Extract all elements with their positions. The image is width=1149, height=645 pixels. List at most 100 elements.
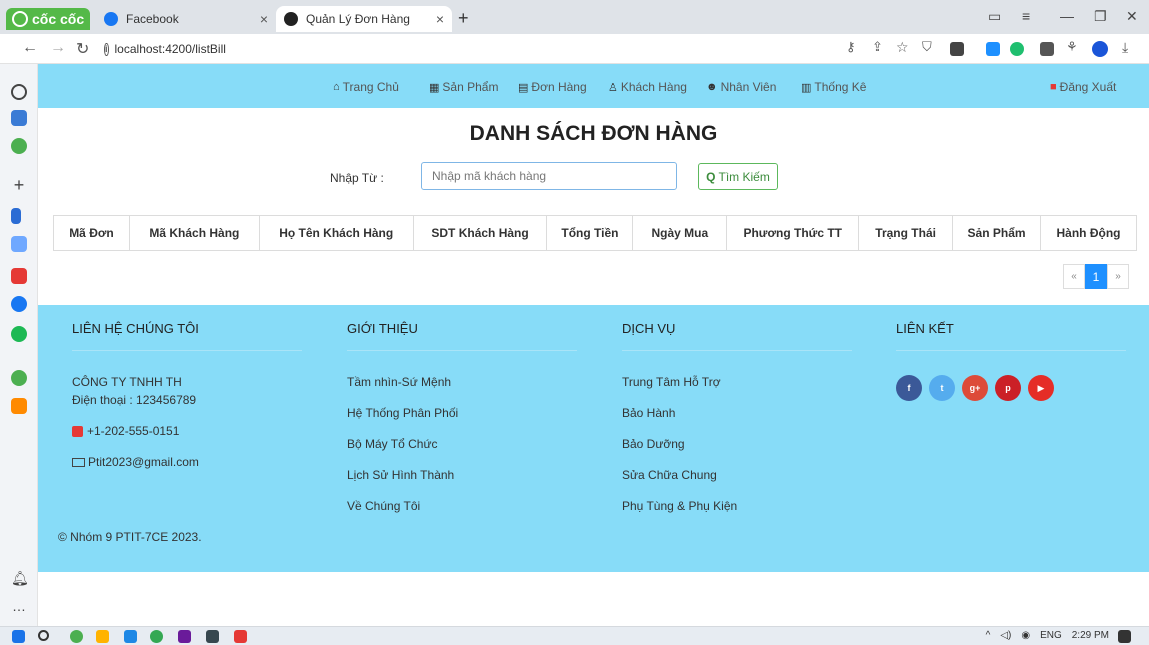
logout-link[interactable]: ■ Đăng Xuất	[1050, 80, 1116, 94]
grammar-extension-icon[interactable]	[1010, 42, 1024, 56]
history-icon[interactable]	[11, 84, 27, 100]
notification-bell-icon[interactable]: 🔔︎	[11, 570, 29, 586]
add-shortcut-icon[interactable]: +	[11, 176, 27, 194]
col-trang-thai: Trạng Thái	[858, 215, 954, 251]
search-taskbar-icon[interactable]	[38, 630, 49, 641]
app-icon[interactable]	[11, 110, 27, 126]
youtube-icon[interactable]: ▶	[1028, 375, 1054, 401]
search-button[interactable]: Q Tìm Kiếm	[698, 163, 778, 190]
download-extension-icon[interactable]	[950, 42, 964, 56]
menu-icon[interactable]: ≡	[1022, 8, 1030, 24]
col-ma-don: Mã Đơn	[53, 215, 130, 251]
address-bar: ← → ↻ i localhost:4200/listBill ⚷ ⇪ ☆ ⛉ …	[0, 34, 1149, 64]
tab-close-icon[interactable]: ×	[436, 11, 444, 27]
facebook-sidebar-icon[interactable]	[11, 296, 27, 312]
new-tab-button[interactable]: +	[458, 8, 469, 29]
document-icon: ▤	[518, 81, 529, 94]
footer-link[interactable]: Hệ Thống Phân Phối	[347, 406, 577, 420]
key-icon[interactable]: ⚷	[846, 39, 856, 55]
footer-link[interactable]: Bảo Hành	[622, 406, 852, 420]
nav-trang-chu[interactable]: ⌂ Trang Chủ	[333, 80, 399, 94]
coccoc-brand-button[interactable]: cốc cốc	[6, 8, 90, 30]
info-icon[interactable]: i	[104, 42, 109, 56]
page-current-button[interactable]: 1	[1085, 264, 1107, 289]
footer-link[interactable]: Về Chúng Tôi	[347, 499, 577, 513]
more-icon[interactable]: …	[11, 598, 27, 614]
coccoc-taskbar-icon[interactable]	[70, 630, 83, 643]
minimize-button[interactable]: —	[1060, 8, 1074, 24]
tab-quan-ly-don-hang[interactable]: Quản Lý Đơn Hàng ×	[276, 6, 452, 32]
extension-icon[interactable]	[986, 42, 1000, 56]
shield-icon[interactable]: ⛉	[922, 39, 932, 55]
footer-link[interactable]: Trung Tâm Hỗ Trợ	[622, 375, 852, 389]
profile-avatar[interactable]	[1092, 41, 1108, 57]
footer-link[interactable]: Bảo Dưỡng	[622, 437, 852, 451]
nav-label: Nhân Viên	[720, 80, 777, 94]
download-icon[interactable]: ⤓	[1122, 39, 1128, 56]
col-san-pham: Sản Phẩm	[952, 215, 1041, 251]
url-field[interactable]: i localhost:4200/listBill	[104, 38, 226, 60]
chrome-icon[interactable]	[150, 630, 163, 643]
top-navbar: ⌂ Trang Chủ ▦ Sản Phẩm ▤ Đơn Hàng ♙ Khác…	[38, 64, 1149, 108]
shopping-icon[interactable]	[11, 398, 27, 414]
mobile-line: +1-202-555-0151	[72, 424, 302, 438]
footer-link[interactable]: Sửa Chữa Chung	[622, 468, 852, 482]
language-indicator[interactable]: ENG	[1040, 630, 1062, 641]
footer-link[interactable]: Tầm nhìn-Sứ Mệnh	[347, 375, 577, 389]
extensions-icon[interactable]: ⚘	[1066, 39, 1078, 55]
email-line: Ptit2023@gmail.com	[72, 455, 302, 469]
game-icon[interactable]	[11, 138, 27, 154]
volume-icon[interactable]: ◁)	[1000, 630, 1011, 641]
wps-icon[interactable]	[234, 630, 247, 643]
page-next-button[interactable]: »	[1107, 264, 1129, 289]
grid-icon: ▦	[429, 81, 440, 94]
logout-icon: ■	[1050, 81, 1057, 93]
nav-thong-ke[interactable]: ▥ Thống Kê	[801, 80, 866, 94]
tray-chevron-icon[interactable]: ^	[986, 630, 991, 641]
footer-link[interactable]: Bộ Máy Tổ Chức	[347, 437, 577, 451]
youtube-sidebar-icon[interactable]	[11, 268, 27, 284]
shortcut-icon[interactable]	[11, 208, 21, 224]
footer-link[interactable]: Phụ Tùng & Phụ Kiện	[622, 499, 852, 513]
share-icon[interactable]: ⇪	[872, 39, 883, 55]
maximize-button[interactable]: ❐	[1094, 8, 1107, 25]
home-icon: ⌂	[333, 81, 340, 93]
puzzle-extension-icon[interactable]	[1040, 42, 1054, 56]
twitter-icon[interactable]: t	[929, 375, 955, 401]
games-icon[interactable]	[11, 370, 27, 386]
terminal-icon[interactable]	[206, 630, 219, 643]
bookmark-star-icon[interactable]: ☆	[896, 39, 909, 56]
footer-link[interactable]: Lịch Sử Hình Thành	[347, 468, 577, 482]
pinterest-icon[interactable]: p	[995, 375, 1021, 401]
translate-icon[interactable]	[11, 236, 27, 252]
tab-facebook[interactable]: Facebook ×	[96, 6, 276, 32]
google-plus-icon[interactable]: g+	[962, 375, 988, 401]
page-prev-button[interactable]: «	[1063, 264, 1085, 289]
footer-contact: LIÊN HỆ CHÚNG TÔI CÔNG TY TNHH TH Điện t…	[72, 321, 302, 486]
tab-close-icon[interactable]: ×	[260, 11, 268, 27]
nav-khach-hang[interactable]: ♙ Khách Hàng	[608, 80, 687, 94]
mobile-number: +1-202-555-0151	[87, 424, 180, 438]
customer-id-search-input[interactable]	[421, 162, 677, 190]
windows-start-icon[interactable]	[12, 630, 25, 643]
nav-san-pham[interactable]: ▦ Sản Phẩm	[429, 80, 498, 94]
vscode-icon[interactable]	[124, 630, 137, 643]
notifications-icon[interactable]	[1118, 630, 1131, 643]
spotify-icon[interactable]	[11, 326, 27, 342]
close-window-button[interactable]: ✕	[1126, 8, 1138, 25]
nav-don-hang[interactable]: ▤ Đơn Hàng	[518, 80, 587, 94]
reload-icon[interactable]: ↻	[76, 39, 89, 59]
nav-nhan-vien[interactable]: ☻ Nhân Viên	[706, 80, 776, 94]
coccoc-logo-icon	[12, 11, 28, 27]
forward-icon[interactable]: →	[50, 39, 66, 57]
back-icon[interactable]: ←	[22, 39, 38, 57]
clock[interactable]: 2:29 PM	[1072, 630, 1109, 641]
network-icon[interactable]: ◉	[1021, 630, 1030, 641]
nav-label: Đơn Hàng	[531, 80, 587, 94]
app-taskbar-icon[interactable]	[178, 630, 191, 643]
facebook-icon[interactable]: f	[896, 375, 922, 401]
col-phuong-thuc: Phương Thức TT	[726, 215, 860, 251]
phone-icon	[72, 426, 83, 438]
sidebar-toggle-icon[interactable]: ▭	[988, 8, 1001, 25]
file-explorer-icon[interactable]	[96, 630, 109, 643]
